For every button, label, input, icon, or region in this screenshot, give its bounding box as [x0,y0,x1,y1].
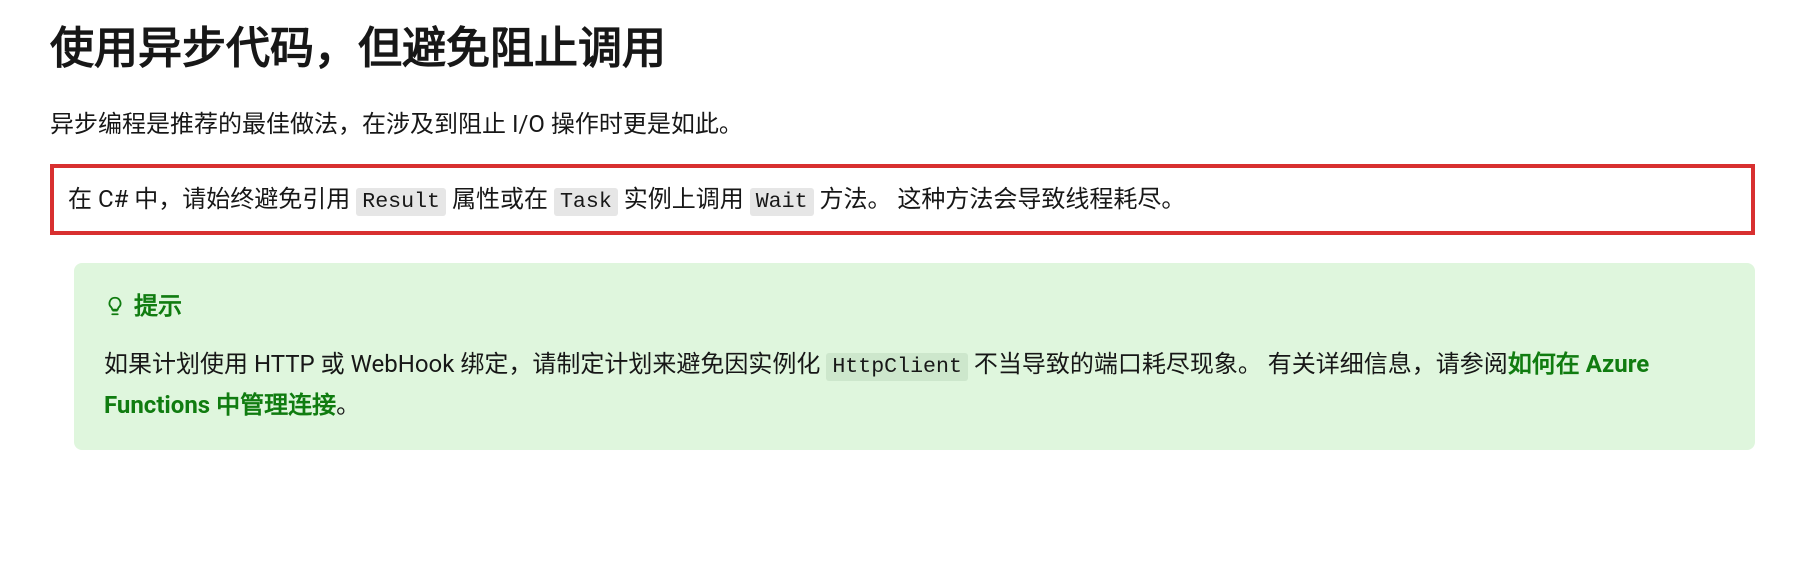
text-segment: 方法。 这种方法会导致线程耗尽。 [814,185,1186,213]
code-result: Result [356,188,446,216]
tip-alert-title: 提示 [104,287,1725,325]
highlighted-paragraph: 在 C# 中，请始终避免引用 Result 属性或在 Task 实例上调用 Wa… [68,180,1737,220]
tip-label: 提示 [134,287,182,325]
intro-paragraph: 异步编程是推荐的最佳做法，在涉及到阻止 I/O 操作时更是如此。 [50,105,1755,143]
text-segment: 实例上调用 [618,185,750,213]
text-segment: 在 C# 中，请始终避免引用 [68,185,356,213]
text-segment: 属性或在 [446,185,554,213]
lightbulb-icon [104,295,126,317]
code-httpclient: HttpClient [826,353,968,381]
code-wait: Wait [750,188,814,216]
text-segment: 。 [336,391,360,419]
tip-alert-body: 如果计划使用 HTTP 或 WebHook 绑定，请制定计划来避免因实例化 Ht… [104,344,1725,427]
highlighted-paragraph-box: 在 C# 中，请始终避免引用 Result 属性或在 Task 实例上调用 Wa… [50,164,1755,236]
code-task: Task [554,188,618,216]
text-segment: 如果计划使用 HTTP 或 WebHook 绑定，请制定计划来避免因实例化 [104,350,826,378]
text-segment: 不当导致的端口耗尽现象。 有关详细信息，请参阅 [968,350,1508,378]
section-heading: 使用异步代码，但避免阻止调用 [50,20,1755,77]
tip-alert: 提示 如果计划使用 HTTP 或 WebHook 绑定，请制定计划来避免因实例化… [74,263,1755,450]
